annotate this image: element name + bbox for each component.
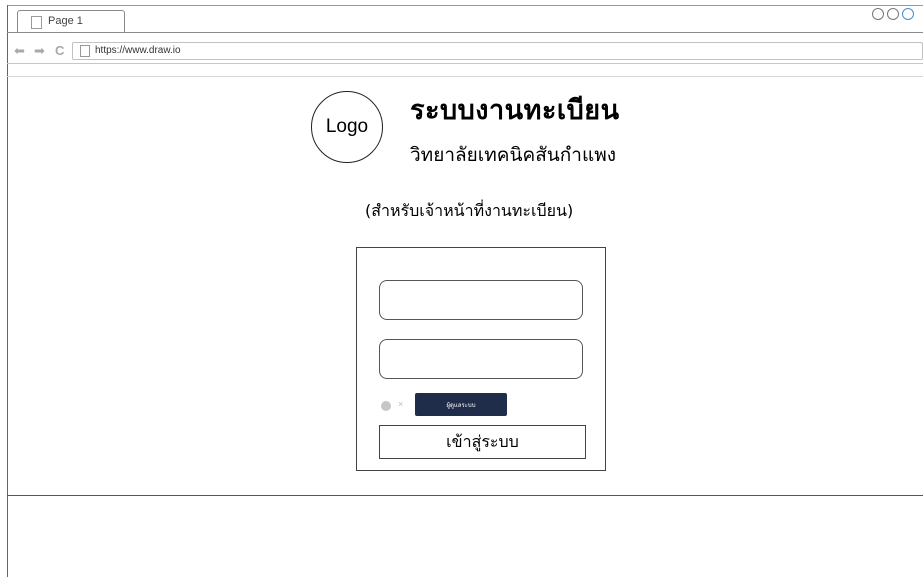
password-input[interactable] xyxy=(379,339,583,379)
login-form: × ผู้ดูแลระบบ เข้าสู่ระบบ xyxy=(356,247,606,471)
admin-role-button[interactable]: ผู้ดูแลระบบ xyxy=(415,393,507,416)
window-control-icon[interactable] xyxy=(887,8,899,20)
role-toggle[interactable]: × xyxy=(381,399,407,411)
back-arrow-icon[interactable]: ⬅ xyxy=(14,44,25,58)
page-subtitle: วิทยาลัยเทคนิคสันกำแพง xyxy=(410,144,617,166)
username-input[interactable] xyxy=(379,280,583,320)
logo-text: Logo xyxy=(325,116,369,137)
address-bar-divider xyxy=(7,63,923,64)
window-left-border xyxy=(7,5,8,577)
login-button[interactable]: เข้าสู่ระบบ xyxy=(379,425,586,459)
page-icon xyxy=(80,45,90,57)
browser-tab[interactable]: Page 1 xyxy=(17,10,125,33)
refresh-icon[interactable]: C xyxy=(55,44,64,58)
window-control-icon[interactable] xyxy=(902,8,914,20)
window-top-border xyxy=(7,5,923,6)
url-text: https://www.draw.io xyxy=(95,45,181,56)
page: Page 1 ⬅ ➡ C https://www.draw.io Logo ระ… xyxy=(0,0,923,577)
toggle-knob xyxy=(381,401,391,411)
tab-label: Page 1 xyxy=(48,15,83,27)
address-bar[interactable]: https://www.draw.io xyxy=(72,42,923,60)
staff-note: (สำหรับเจ้าหน้าที่งานทะเบียน) xyxy=(365,201,574,220)
window-control-icon[interactable] xyxy=(872,8,884,20)
close-icon: × xyxy=(398,399,404,409)
tab-strip-divider xyxy=(7,32,923,33)
page-icon xyxy=(31,16,42,29)
footer-divider xyxy=(7,495,923,496)
forward-arrow-icon[interactable]: ➡ xyxy=(34,44,45,58)
page-title: ระบบงานทะเบียน xyxy=(410,95,620,126)
content-top-divider xyxy=(7,76,923,77)
logo: Logo xyxy=(311,91,383,163)
